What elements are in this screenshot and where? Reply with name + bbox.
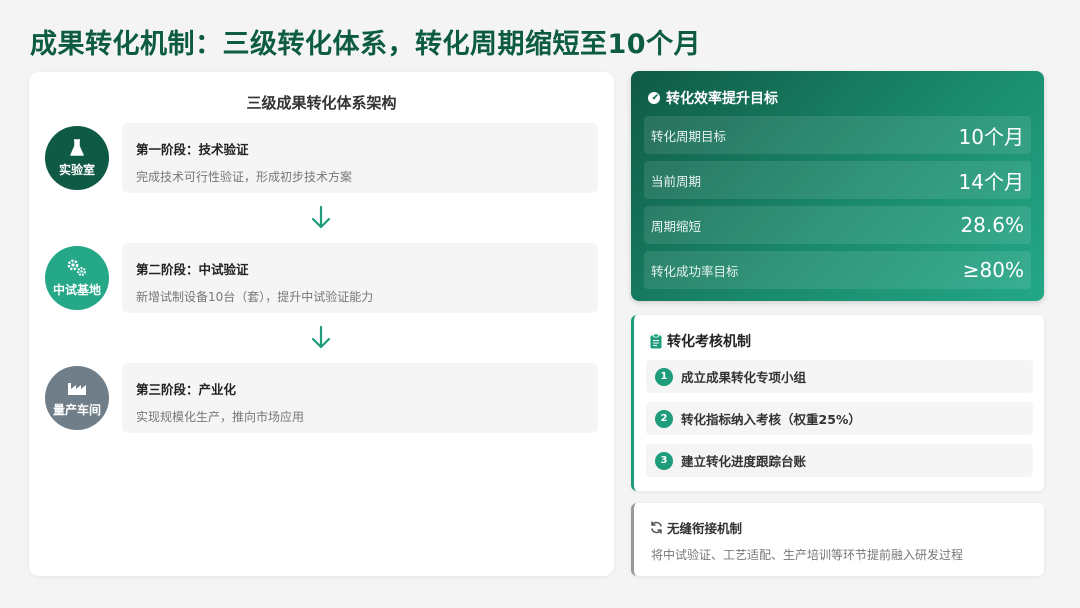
stage-1-label: 实验室 [58, 163, 95, 177]
factory-icon [67, 378, 87, 398]
seamless-title-row: 无缝衔接机制 [650, 518, 742, 537]
arrow-down-icon [311, 325, 331, 349]
stage-2-box: 第二阶段：中试验证 新增试制设备10台（套），提升中试验证能力 [122, 243, 598, 313]
assessment-text: 转化指标纳入考核（权重25%） [681, 412, 861, 427]
stage-2-title: 第二阶段：中试验证 [136, 262, 249, 277]
assessment-text: 建立转化进度跟踪台账 [681, 454, 807, 469]
assessment-item: 1 成立成果转化专项小组 [646, 360, 1033, 393]
assessment-number: 3 [655, 451, 673, 470]
seamless-card: 无缝衔接机制 将中试验证、工艺适配、生产培训等环节提前融入研发过程 [631, 503, 1044, 576]
gears-icon [66, 258, 88, 278]
assessment-text: 成立成果转化专项小组 [681, 370, 807, 385]
efficiency-value: 10个月 [958, 124, 1024, 149]
stage-3-circle: 量产车间 [45, 366, 109, 430]
page-title: 成果转化机制：三级转化体系，转化周期缩短至10个月 [30, 29, 702, 60]
efficiency-row: 转化周期目标 10个月 [644, 116, 1031, 154]
efficiency-value: 28.6% [960, 213, 1024, 237]
stage-2-desc: 新增试制设备10台（套），提升中试验证能力 [136, 290, 374, 304]
seamless-desc: 将中试验证、工艺适配、生产培训等环节提前融入研发过程 [651, 548, 964, 562]
stage-1-circle: 实验室 [45, 126, 109, 190]
efficiency-row: 周期缩短 28.6% [644, 206, 1031, 244]
stage-3-label: 量产车间 [52, 403, 101, 417]
stage-2-label: 中试基地 [52, 283, 101, 297]
flask-icon [70, 138, 84, 158]
efficiency-label: 当前周期 [651, 173, 702, 189]
gauge-icon [648, 92, 660, 104]
efficiency-row: 当前周期 14个月 [644, 161, 1031, 199]
seamless-title: 无缝衔接机制 [667, 521, 743, 536]
assessment-title: 转化考核机制 [667, 334, 751, 350]
assessment-title-row: 转化考核机制 [650, 331, 751, 351]
stage-3-box: 第三阶段：产业化 实现规模化生产，推向市场应用 [122, 363, 598, 433]
efficiency-value: ≥80% [962, 258, 1024, 282]
efficiency-card: 转化效率提升目标 转化周期目标 10个月 当前周期 14个月 周期缩短 28.6… [631, 71, 1044, 301]
clipboard-icon [650, 333, 662, 348]
arrow-down-icon [311, 205, 331, 229]
assessment-number: 1 [655, 367, 673, 386]
stage-2-circle: 中试基地 [45, 246, 109, 310]
efficiency-title: 转化效率提升目标 [666, 91, 778, 107]
stage-1-title: 第一阶段：技术验证 [136, 142, 249, 157]
architecture-card: 三级成果转化体系架构 实验室 第一阶段：技术验证 完成技术可行性验证，形成初步技… [29, 72, 614, 576]
efficiency-row: 转化成功率目标 ≥80% [644, 251, 1031, 289]
efficiency-title-row: 转化效率提升目标 [647, 88, 778, 108]
assessment-number: 2 [655, 409, 673, 428]
efficiency-label: 转化周期目标 [651, 128, 727, 144]
assessment-item: 2 转化指标纳入考核（权重25%） [646, 402, 1033, 435]
stage-3-title: 第三阶段：产业化 [136, 382, 237, 397]
stage-1-desc: 完成技术可行性验证，形成初步技术方案 [136, 170, 353, 184]
efficiency-label: 周期缩短 [651, 218, 702, 234]
assessment-card: 转化考核机制 1 成立成果转化专项小组 2 转化指标纳入考核（权重25%） 3 … [631, 315, 1044, 491]
efficiency-label: 转化成功率目标 [651, 263, 739, 279]
efficiency-value: 14个月 [958, 169, 1024, 194]
assessment-item: 3 建立转化进度跟踪台账 [646, 444, 1033, 477]
architecture-title: 三级成果转化体系架构 [246, 94, 397, 112]
sync-icon [651, 521, 662, 534]
stage-1-box: 第一阶段：技术验证 完成技术可行性验证，形成初步技术方案 [122, 123, 598, 193]
stage-3-desc: 实现规模化生产，推向市场应用 [136, 410, 305, 424]
